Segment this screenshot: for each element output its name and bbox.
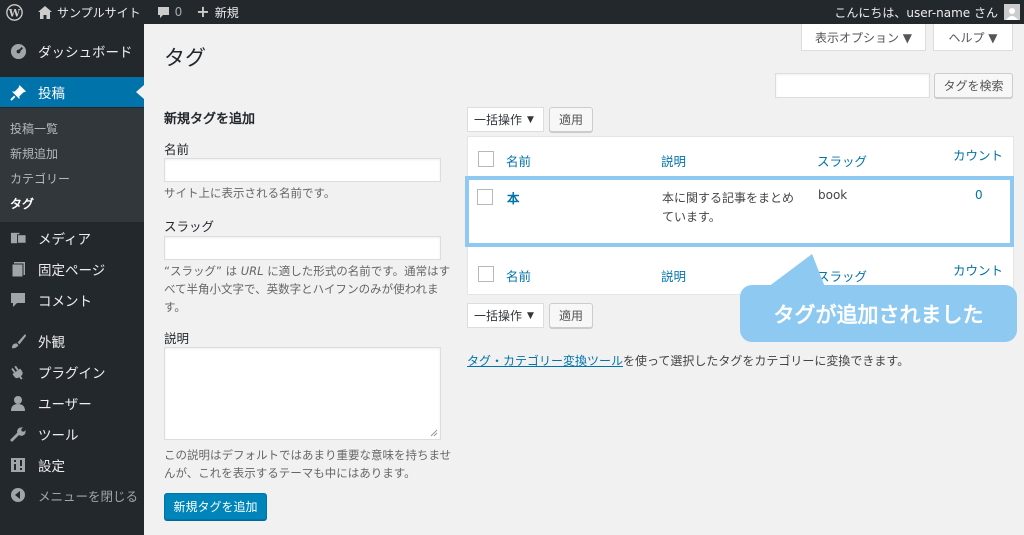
column-footer-count[interactable]: カウント: [953, 260, 1003, 279]
tag-count-link[interactable]: 0: [975, 188, 983, 202]
page-icon: [8, 259, 28, 279]
greeting: こんにちは、user-name さん: [834, 5, 998, 20]
slug-label: スラッグ: [164, 219, 215, 234]
tag-name-input[interactable]: [164, 158, 441, 182]
sidebar-item-tools[interactable]: ツール: [0, 419, 144, 449]
select-all-checkbox-bottom[interactable]: [478, 266, 494, 282]
wrench-icon: [8, 424, 28, 444]
submenu-tags[interactable]: タグ: [10, 195, 34, 212]
sidebar-item-label: 投稿: [38, 86, 65, 102]
comments-count: 0: [174, 5, 183, 19]
sidebar-item-label: ダッシュボード: [38, 45, 133, 61]
new-content-link[interactable]: + 新規: [196, 4, 238, 21]
site-name: サンプルサイト: [57, 5, 141, 20]
sidebar-item-appearance[interactable]: 外観: [0, 326, 144, 356]
submenu-add-new[interactable]: 新規追加: [10, 145, 58, 162]
sidebar-item-label: 外観: [38, 335, 65, 351]
brush-icon: [8, 331, 28, 351]
comments-link[interactable]: 0: [157, 5, 183, 19]
bulk-action-select-bottom[interactable]: 一括操作 ▼: [467, 303, 544, 328]
column-footer-name[interactable]: 名前: [506, 266, 531, 285]
sidebar-item-posts[interactable]: 投稿: [0, 77, 144, 107]
tag-search-input[interactable]: [775, 73, 930, 98]
tag-description-textarea[interactable]: [164, 347, 441, 440]
name-help-text: サイト上に表示される名前です。: [164, 186, 336, 200]
row-checkbox[interactable]: [477, 189, 493, 205]
add-tag-heading: 新規タグを追加: [164, 112, 256, 127]
column-footer-description[interactable]: 説明: [661, 266, 686, 285]
submenu-all-posts[interactable]: 投稿一覧: [10, 120, 58, 137]
search-tags-button[interactable]: タグを検索: [934, 73, 1013, 98]
column-header-count[interactable]: カウント: [953, 145, 1003, 164]
column-header-name[interactable]: 名前: [506, 151, 531, 170]
page-title: タグ: [164, 46, 206, 70]
select-all-checkbox-top[interactable]: [478, 151, 494, 167]
wordpress-logo-icon[interactable]: W: [0, 0, 28, 24]
sidebar-item-label: メディア: [38, 232, 92, 248]
sidebar-item-label: ツール: [38, 428, 79, 444]
slug-help-text: “スラッグ” は URL に適した形式の名前です。通常はすべて半角小文字で、英数…: [164, 264, 451, 314]
svg-text:W: W: [7, 7, 20, 19]
conversion-note: タグ・カテゴリー変換ツールを使って選択したタグをカテゴリーに変換できます。: [467, 354, 910, 368]
sidebar-item-label: プラグイン: [38, 366, 106, 382]
sidebar-item-dashboard[interactable]: ダッシュボード: [0, 36, 144, 66]
plus-icon: +: [196, 2, 210, 21]
user-icon: [8, 393, 28, 413]
apply-button-top[interactable]: 適用: [549, 107, 593, 132]
tag-name-link[interactable]: 本: [507, 188, 520, 207]
add-new-tag-button[interactable]: 新規タグを追加: [164, 493, 267, 520]
admin-sidebar: ダッシュボード 投稿 投稿一覧 新規追加 カテゴリー タグ メディア 固定ページ…: [0, 24, 144, 535]
chevron-down-icon: ▼: [527, 114, 534, 125]
description-help-text: この説明はデフォルトではあまり重要な意味を持ちませんが、これを表示するテーマも中…: [164, 448, 452, 480]
my-account[interactable]: こんにちは、user-name さん: [834, 0, 1020, 24]
sidebar-item-media[interactable]: メディア: [0, 223, 144, 253]
bulk-action-select-top[interactable]: 一括操作 ▼: [467, 107, 544, 132]
table-row: 本 本に関する記事をまとめています。 book 0: [465, 176, 1014, 247]
pushpin-icon: [8, 82, 28, 102]
sidebar-item-label: 設定: [38, 459, 65, 475]
sidebar-item-users[interactable]: ユーザー: [0, 388, 144, 418]
apply-button-bottom[interactable]: 適用: [549, 303, 593, 328]
chevron-down-icon: ▼: [527, 310, 534, 321]
sidebar-item-label: 固定ページ: [38, 263, 106, 279]
sidebar-item-label: コメント: [38, 294, 92, 310]
sidebar-item-label: メニューを閉じる: [38, 488, 139, 504]
comment-icon: [8, 290, 28, 310]
column-header-slug[interactable]: スラッグ: [817, 151, 867, 170]
tag-description: 本に関する記事をまとめています。: [662, 191, 795, 224]
sidebar-item-plugins[interactable]: プラグイン: [0, 357, 144, 387]
plugin-icon: [8, 362, 28, 382]
description-label: 説明: [164, 331, 190, 346]
posts-submenu: 投稿一覧 新規追加 カテゴリー タグ: [0, 108, 144, 222]
new-label: 新規: [214, 5, 239, 20]
tag-slug-input[interactable]: [164, 236, 441, 260]
column-header-description[interactable]: 説明: [661, 151, 686, 170]
comment-bubble-icon: [157, 6, 169, 18]
name-label: 名前: [164, 142, 190, 157]
screen-options-button[interactable]: 表示オプション ▼: [801, 24, 926, 51]
home-icon: [38, 5, 52, 19]
sidebar-item-label: ユーザー: [38, 397, 92, 413]
help-button[interactable]: ヘルプ ▼: [933, 24, 1013, 51]
avatar: [1004, 4, 1020, 20]
admin-bar: W サンプルサイト 0 + 新規 こんにちは、user-name さん: [0, 0, 1024, 24]
sidebar-item-settings[interactable]: 設定: [0, 450, 144, 480]
dashboard-icon: [8, 41, 28, 61]
settings-icon: [8, 455, 28, 475]
sidebar-item-pages[interactable]: 固定ページ: [0, 254, 144, 284]
collapse-menu-button[interactable]: メニューを閉じる: [0, 480, 144, 510]
tag-added-callout: タグが追加されました: [740, 285, 1017, 342]
sidebar-item-comments[interactable]: コメント: [0, 285, 144, 315]
submenu-categories[interactable]: カテゴリー: [10, 170, 70, 187]
resize-handle-icon[interactable]: [430, 429, 438, 437]
tag-slug: book: [818, 188, 848, 202]
media-icon: [8, 228, 28, 248]
tag-category-converter-link[interactable]: タグ・カテゴリー変換ツール: [467, 354, 623, 368]
collapse-icon: [8, 485, 28, 505]
site-name-link[interactable]: サンプルサイト: [38, 4, 141, 21]
